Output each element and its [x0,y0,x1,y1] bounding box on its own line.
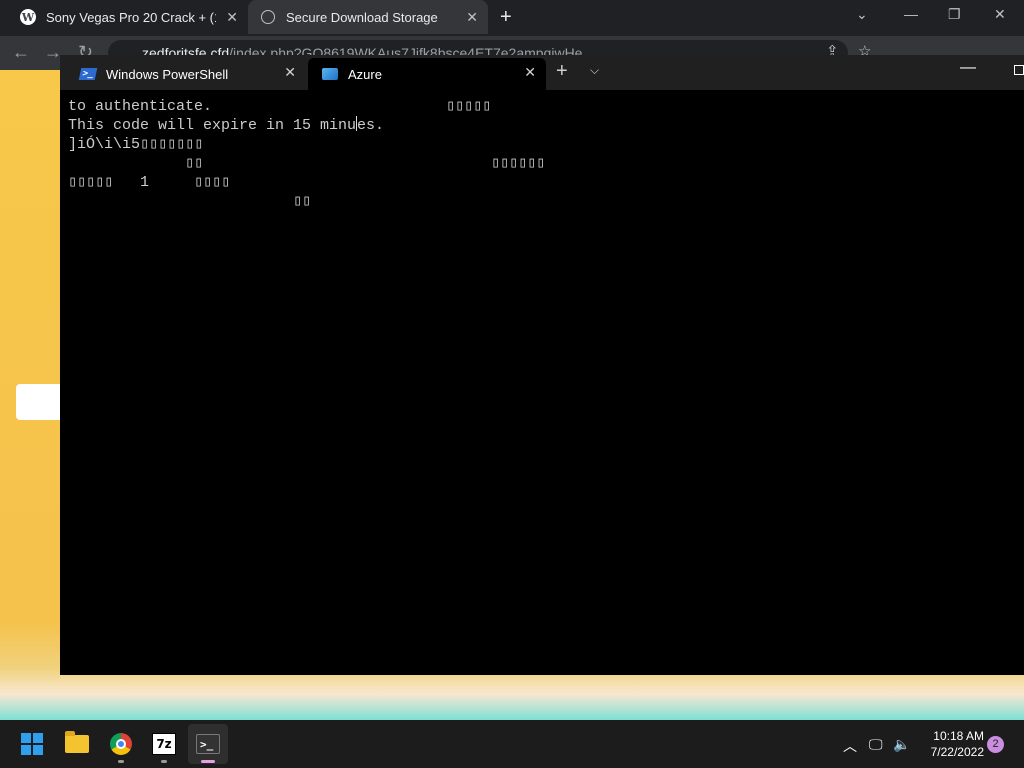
garbled-glyphs: ▯▯ [293,193,312,210]
terminal-text: 1 [140,174,150,191]
system-clock[interactable]: 10:18 AM 7/22/2022 [914,728,984,760]
chrome-tab-sony-vegas[interactable]: W Sony Vegas Pro 20 Crack + (100% ✕ [8,0,248,34]
chrome-tab-strip: W Sony Vegas Pro 20 Crack + (100% ✕ Secu… [0,0,1024,36]
maximize-icon[interactable] [1014,65,1024,75]
7zip-taskbar-button[interactable]: 7z [144,724,184,764]
new-tab-button[interactable]: + [500,6,512,29]
wordpress-icon: W [20,9,36,25]
back-icon[interactable]: ← [12,42,30,63]
close-tab-icon[interactable]: ✕ [284,64,296,81]
garbled-glyphs: ▯▯▯▯▯ [68,174,114,191]
minimize-icon[interactable]: — [904,6,918,22]
7zip-icon: 7z [152,733,176,755]
close-tab-icon[interactable]: ✕ [524,64,536,81]
clock-date: 7/22/2022 [930,745,984,759]
terminal-line: This code will expire in 15 minues. [68,116,384,135]
terminal-tab-strip: >_ Windows PowerShell ✕ Azure ✕ + ⌵ — [60,55,1024,90]
windows-logo-icon [21,733,43,755]
minimize-icon[interactable]: — [960,59,976,77]
globe-icon [260,9,276,25]
chrome-taskbar-button[interactable] [101,724,141,764]
terminal-line: ]iÓ\i\i5▯▯▯▯▯▯▯ [68,136,204,153]
close-window-icon[interactable]: ✕ [994,6,1006,23]
start-button[interactable] [12,724,52,764]
chrome-icon [110,733,132,755]
chrome-tab-secure-download[interactable]: Secure Download Storage ✕ [248,0,488,34]
garbled-glyphs: ▯▯ [185,155,204,172]
chevron-up-icon[interactable]: ︿ [843,736,857,756]
notification-badge[interactable]: 2 [987,736,1004,753]
volume-icon[interactable]: 🔈 [893,736,910,753]
close-tab-icon[interactable]: ✕ [466,9,478,26]
terminal-tab-azure[interactable]: Azure ✕ [308,58,546,90]
terminal-output[interactable]: to authenticate. ▯▯▯▯▯ This code will ex… [68,97,1016,667]
taskbar: 7z >_ ︿ 🖵 🔈 [0,720,1024,768]
terminal-icon: >_ [196,734,220,754]
terminal-tab-title: Azure [348,66,382,82]
terminal-tab-powershell[interactable]: >_ Windows PowerShell ✕ [66,58,306,90]
chrome-tab-title: Sony Vegas Pro 20 Crack + (100% [46,9,216,25]
running-indicator [118,760,124,763]
terminal-tab-title: Windows PowerShell [106,66,229,82]
running-indicator [161,760,167,763]
file-explorer-button[interactable] [57,724,97,764]
close-tab-icon[interactable]: ✕ [226,9,238,26]
chrome-tab-title: Secure Download Storage [286,9,438,25]
folder-icon [65,731,89,753]
powershell-icon: >_ [78,68,98,80]
garbled-glyphs: ▯▯▯▯▯▯ [491,155,546,172]
page-button[interactable] [16,384,64,420]
garbled-glyphs: ▯▯▯▯ [194,174,231,191]
new-terminal-tab-button[interactable]: + [556,60,568,83]
running-indicator [201,760,215,763]
terminal-taskbar-button[interactable]: >_ [188,724,228,764]
azure-cloud-shell-icon [322,68,338,80]
terminal-text: This code will expire in 15 minu [68,117,357,134]
terminal-text: es. [357,117,385,134]
network-icon[interactable]: 🖵 [869,736,883,753]
windows-terminal-window: >_ Windows PowerShell ✕ Azure ✕ + ⌵ — to… [60,55,1024,675]
chevron-down-icon[interactable]: ⌵ [590,63,599,78]
tab-search-icon[interactable]: ⌄ [856,6,868,23]
garbled-glyphs: ▯▯▯▯▯ [446,98,492,115]
restore-icon[interactable]: ❐ [948,6,961,23]
terminal-line: to authenticate. [68,98,213,115]
clock-time: 10:18 AM [933,729,984,743]
